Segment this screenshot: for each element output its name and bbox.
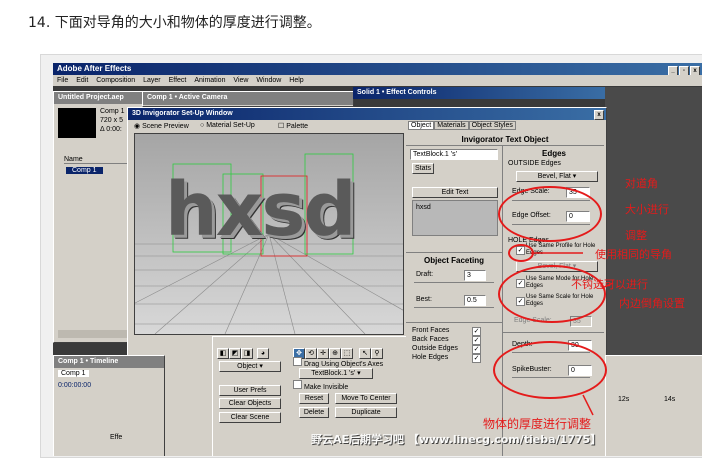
annotation-uncheck: 不钩选可以进行 [571,278,648,291]
annotation-bevel-size-3: 调整 [625,229,647,242]
annotation-bevel-size-2: 大小进行 [625,203,669,216]
annotation-inner-bevel: 内边倒角设置 [619,297,685,310]
annotation-depth: 物体的厚度进行调整 [483,417,592,431]
annotation-same-bevel: 使用相同的导角 [595,248,672,261]
step-heading: 14. 下面对导角的大小和物体的厚度进行调整。 [28,15,321,31]
watermark: 野云AE后期学习吧 【www.linecg.com/tieba/1775】 [311,433,602,446]
ae-screenshot: Adobe After Effects _ ▫ x File Edit Compos… [53,63,702,456]
annotation-bevel-size-1: 对道角 [625,177,658,190]
